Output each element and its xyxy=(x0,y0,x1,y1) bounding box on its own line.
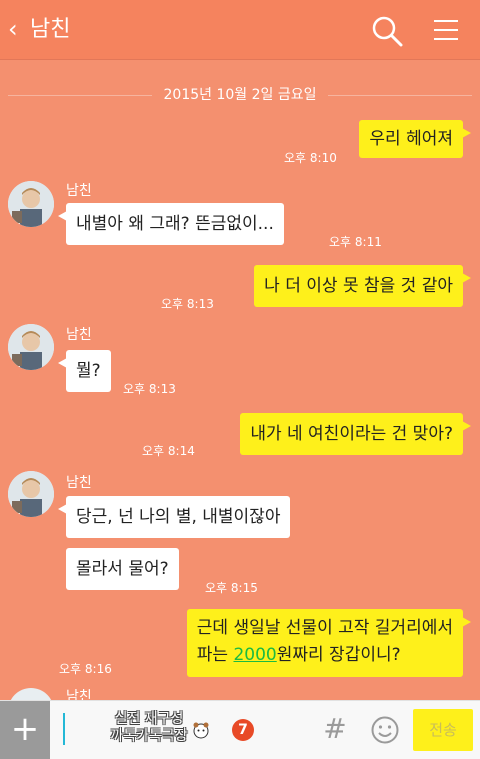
sender-name: 남친 xyxy=(66,183,92,199)
watermark-line: 까톡카톡극장 xyxy=(110,728,188,744)
my-message-bubble[interactable]: 나 더 이상 못 참을 것 같아 xyxy=(254,265,471,307)
their-message-bubble[interactable]: 몰라서 물어? xyxy=(66,548,179,590)
avatar[interactable] xyxy=(8,181,54,227)
hashtag-button[interactable]: # xyxy=(320,711,350,747)
sticker-icon[interactable]: 7 xyxy=(232,719,254,741)
text-cursor[interactable] xyxy=(63,713,65,745)
my-message-bubble[interactable]: 우리 헤어져 xyxy=(359,120,471,158)
my-message-bubble[interactable]: 내가 네 여친이라는 건 맞아? xyxy=(240,413,471,455)
sender-name: 남친 xyxy=(66,327,92,343)
search-icon[interactable] xyxy=(370,14,404,48)
date-divider: 2015년 10월 2일 금요일 xyxy=(8,84,472,106)
message-time: 오후 8:16 xyxy=(59,662,112,676)
my-message-bubble[interactable]: 근데 생일날 선물이 고작 길거리에서 파는 2000원짜리 장갑이니? xyxy=(186,609,472,677)
message-text: 원짜리 장갑이니? xyxy=(276,645,401,665)
message-time: 오후 8:14 xyxy=(142,444,195,458)
number-link[interactable]: 2000 xyxy=(233,645,276,665)
send-button[interactable]: 전송 xyxy=(413,709,473,751)
message-input-bar: + 실전 재구성 까톡카톡극장 7 # 전송 xyxy=(0,700,480,759)
hamburger-menu-icon[interactable] xyxy=(432,16,462,44)
their-message-bubble[interactable]: 내별아 왜 그래? 뜬금없이... xyxy=(58,203,284,245)
watermark: 실전 재구성 까톡카톡극장 xyxy=(94,711,204,751)
message-time: 오후 8:13 xyxy=(161,297,214,311)
smile-icon[interactable] xyxy=(370,715,400,745)
their-message-bubble[interactable]: 당근, 넌 나의 별, 내별이잖아 xyxy=(57,496,291,538)
chat-title: 남친 xyxy=(30,17,71,42)
message-time: 오후 8:10 xyxy=(284,151,337,165)
chat-header: ‹ 남친 xyxy=(0,0,480,60)
sender-name: 남친 xyxy=(66,475,92,491)
avatar[interactable] xyxy=(8,471,54,517)
message-time: 오후 8:11 xyxy=(329,235,382,249)
message-line: 파는 2000원짜리 장갑이니? xyxy=(197,642,453,669)
watermark-line: 실전 재구성 xyxy=(114,711,184,727)
avatar[interactable] xyxy=(8,324,54,370)
avatar-photo-icon xyxy=(8,471,54,517)
message-time: 오후 8:13 xyxy=(123,382,176,396)
message-time: 오후 8:15 xyxy=(205,581,258,595)
message-line: 근데 생일날 선물이 고작 길거리에서 xyxy=(196,618,453,638)
attach-plus-button[interactable]: + xyxy=(0,701,50,759)
message-text: 파는 xyxy=(196,645,234,665)
avatar-photo-icon xyxy=(8,324,54,370)
their-message-bubble[interactable]: 뭘? xyxy=(58,350,111,392)
back-chevron-icon[interactable]: ‹ xyxy=(8,14,32,44)
avatar-photo-icon xyxy=(8,181,54,227)
bear-emoticon-icon[interactable] xyxy=(192,721,210,739)
